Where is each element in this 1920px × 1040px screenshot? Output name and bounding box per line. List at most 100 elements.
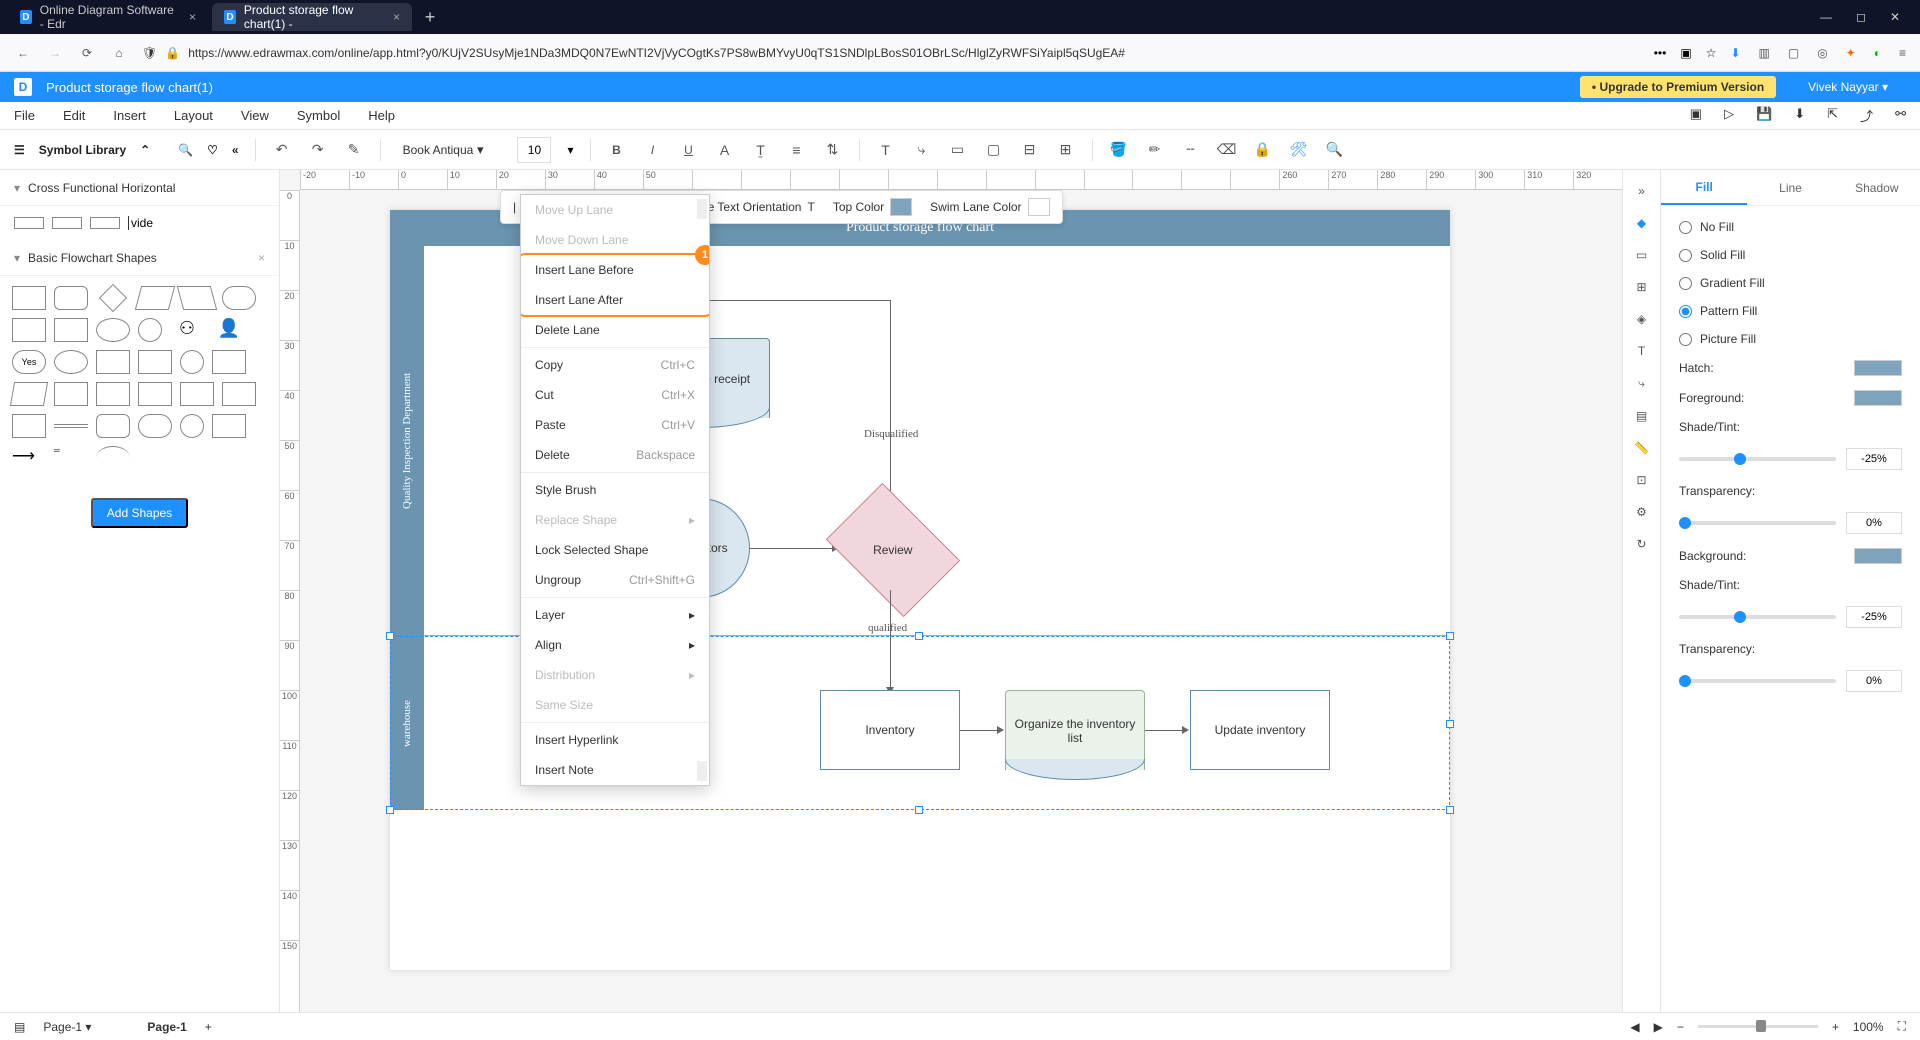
selection-handle[interactable] (1446, 720, 1454, 728)
browser-tab-active[interactable]: D Product storage flow chart(1) - × (212, 3, 412, 31)
close-icon[interactable]: × (258, 251, 265, 265)
maximize-icon[interactable]: ◻ (1856, 10, 1866, 24)
history-icon[interactable]: ↻ (1636, 537, 1646, 551)
bookmark-icon[interactable]: ☆ (1706, 46, 1717, 60)
menu-icon[interactable]: ≡ (1899, 46, 1906, 60)
home-icon[interactable]: ⌂ (110, 44, 128, 62)
page-icon[interactable]: ▭ (1636, 248, 1647, 262)
zoom-slider[interactable] (1698, 1025, 1818, 1028)
swimlane-shape[interactable] (14, 217, 44, 229)
arrow-shape[interactable]: ⟶ (12, 446, 46, 470)
database-shape[interactable] (54, 350, 88, 374)
parallelogram-shape[interactable] (177, 286, 217, 310)
library-icon[interactable]: ☰ (14, 143, 25, 157)
browser-tab[interactable]: D Online Diagram Software - Edr × (8, 3, 208, 31)
grid-icon[interactable]: ⊞ (1636, 280, 1646, 294)
parallelogram-shape[interactable] (135, 286, 175, 310)
save-icon[interactable]: 💾 (1756, 106, 1772, 125)
extension-icon[interactable]: ▢ (1788, 46, 1799, 60)
shape-update[interactable]: Update inventory (1190, 690, 1330, 770)
zoom-value[interactable]: 100% (1853, 1020, 1884, 1034)
circle-shape[interactable] (180, 350, 204, 374)
tools-icon[interactable]: 🛠 (1289, 140, 1309, 160)
font-size-dropdown-icon[interactable]: ▾ (567, 143, 573, 157)
shape[interactable] (54, 382, 88, 406)
font-color-icon[interactable]: A (715, 140, 735, 160)
download-icon[interactable]: ⬇ (1730, 46, 1740, 60)
shape[interactable] (180, 382, 214, 406)
align-icon[interactable]: ▤ (1636, 409, 1647, 423)
transparency-slider[interactable] (1679, 521, 1836, 525)
nav-prev-icon[interactable]: ◀ (1630, 1020, 1639, 1034)
shape[interactable] (54, 424, 88, 428)
tab-line[interactable]: Line (1747, 170, 1833, 205)
radio-solid-fill[interactable]: Solid Fill (1679, 248, 1902, 262)
predefined-shape[interactable] (12, 318, 46, 342)
radio-no-fill[interactable]: No Fill (1679, 220, 1902, 234)
menu-symbol[interactable]: Symbol (297, 108, 340, 123)
transparency-value[interactable]: 0% (1846, 512, 1902, 534)
circle-shape[interactable] (180, 414, 204, 438)
settings-icon[interactable]: ⚙ (1636, 505, 1647, 519)
shape[interactable] (96, 382, 130, 406)
menu-layout[interactable]: Layout (174, 108, 213, 123)
section-cross-functional[interactable]: ▾ Cross Functional Horizontal (0, 170, 279, 206)
rounded-rect-shape[interactable] (54, 286, 88, 310)
tab-fill[interactable]: Fill (1661, 170, 1747, 205)
selection-handle[interactable] (386, 806, 394, 814)
shade-value[interactable]: -25% (1846, 448, 1902, 470)
section-basic-flowchart[interactable]: ▾ Basic Flowchart Shapes × (0, 240, 279, 276)
fill-tab-icon[interactable]: ◆ (1637, 216, 1646, 230)
close-icon[interactable]: × (189, 10, 196, 24)
play-icon[interactable]: ▷ (1724, 106, 1734, 125)
collab-icon[interactable]: ⚯ (1895, 106, 1906, 125)
ctx-hyperlink[interactable]: Insert Hyperlink (521, 725, 709, 755)
new-tab-button[interactable]: + (416, 3, 444, 31)
ellipse-shape[interactable] (96, 318, 130, 342)
ctx-lock[interactable]: Lock Selected Shape (521, 535, 709, 565)
zoom-out-icon[interactable]: − (1677, 1020, 1684, 1034)
shape[interactable] (96, 414, 130, 438)
ctx-delete[interactable]: DeleteBackspace (521, 440, 709, 470)
diamond-shape[interactable] (99, 284, 127, 312)
yes-shape[interactable]: Yes (12, 350, 46, 374)
ruler-icon[interactable]: 📏 (1634, 441, 1649, 455)
text-icon[interactable]: T (1638, 344, 1645, 358)
library-icon[interactable]: ▥ (1759, 46, 1770, 60)
hex-shape[interactable] (138, 382, 172, 406)
line-style-icon[interactable]: ╌ (1181, 140, 1201, 160)
back-icon[interactable]: ← (14, 44, 32, 62)
format-painter-icon[interactable]: ✎ (344, 140, 364, 160)
actor-shape[interactable]: ⚇ (170, 318, 204, 342)
minimize-icon[interactable]: — (1820, 10, 1832, 24)
close-icon[interactable]: × (393, 10, 400, 24)
close-window-icon[interactable]: ✕ (1890, 10, 1900, 24)
top-color-picker[interactable]: Top Color (833, 198, 912, 216)
collapse-icon[interactable]: « (232, 143, 239, 157)
ctx-note[interactable]: Insert Note (521, 755, 709, 785)
shape[interactable] (138, 414, 172, 438)
dimensions-icon[interactable]: ⊡ (1636, 473, 1646, 487)
selection-handle[interactable] (1446, 806, 1454, 814)
transparency-value-2[interactable]: 0% (1846, 670, 1902, 692)
user-menu[interactable]: Vivek Nayyar ▾ (1790, 80, 1906, 94)
scrollbar[interactable] (697, 199, 707, 219)
menu-help[interactable]: Help (368, 108, 395, 123)
shade-value-2[interactable]: -25% (1846, 606, 1902, 628)
predefined-shape[interactable] (54, 318, 88, 342)
ctx-layer[interactable]: Layer▸ (521, 600, 709, 630)
undo-icon[interactable]: ↶ (272, 140, 292, 160)
app-logo-icon[interactable]: D (14, 78, 32, 96)
circle-shape[interactable] (138, 318, 162, 342)
container-icon[interactable]: ▭ (948, 140, 968, 160)
share-icon[interactable]: ⤴ (1860, 106, 1873, 125)
page-tab[interactable]: Page-1 (147, 1020, 186, 1034)
distribute-icon[interactable]: ⊞ (1056, 140, 1076, 160)
export-icon[interactable]: ⇱ (1827, 106, 1838, 125)
favorite-icon[interactable]: ♡ (207, 143, 218, 157)
underline-icon[interactable]: U (679, 140, 699, 160)
rect-shape[interactable] (12, 286, 46, 310)
forward-icon[interactable]: → (46, 44, 64, 62)
add-shapes-button[interactable]: Add Shapes (91, 498, 188, 528)
arc-shape[interactable] (96, 446, 130, 470)
